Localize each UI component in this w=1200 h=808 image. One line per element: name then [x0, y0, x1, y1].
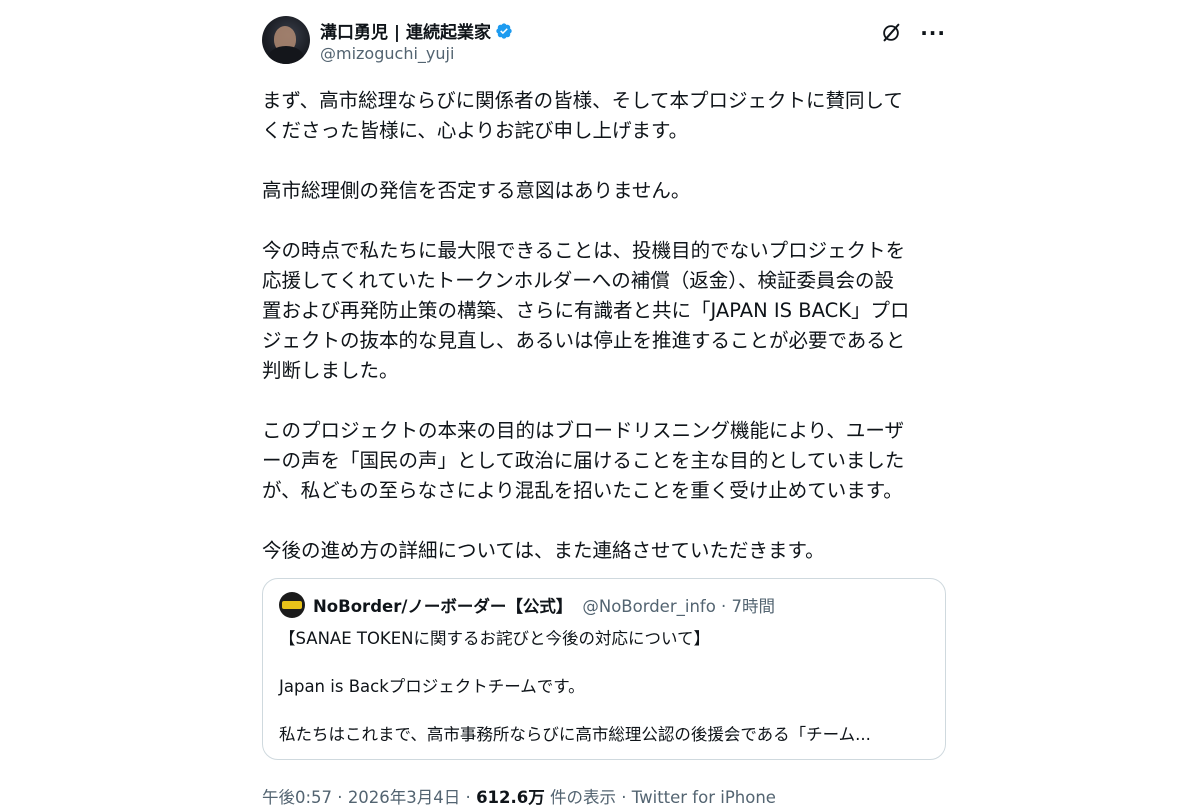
quoted-text-line: 私たちはこれまで、高市事務所ならびに高市総理公認の後援会である「チーム...: [279, 725, 871, 744]
author-handle[interactable]: @mizoguchi_yuji: [320, 44, 454, 63]
author-name-row[interactable]: 溝口勇児 | 連続起業家: [320, 18, 513, 43]
tweet-text-line: このプロジェクトの本来の目的はブロードリスニング機能により、ユーザ: [262, 419, 904, 442]
tweet-header: 溝口勇児 | 連続起業家 @mizoguchi_yuji ···: [262, 14, 946, 72]
separator: ·: [332, 788, 348, 807]
quoted-avatar[interactable]: [279, 592, 305, 618]
grok-icon[interactable]: [880, 22, 902, 44]
quoted-text-line: Japan is Backプロジェクトチームです。: [279, 677, 585, 696]
avatar[interactable]: [262, 16, 310, 64]
tweet-text: まず、高市総理ならびに関係者の皆様、そして本プロジェクトに賛同して くださった皆…: [262, 86, 946, 566]
tweet-text-line: まず、高市総理ならびに関係者の皆様、そして本プロジェクトに賛同して: [262, 89, 903, 112]
tweet-text-line: ジェクトの抜本的な見直し、あるいは停止を推進することが必要であると: [262, 329, 906, 352]
tweet-date[interactable]: 2026年3月4日: [348, 788, 461, 807]
views-count: 612.6万: [476, 788, 545, 807]
tweet-actions: ···: [880, 22, 946, 44]
views-label: 件の表示: [550, 788, 617, 807]
tweet-footer: 午後0:57 · 2026年3月4日 · 612.6万 件の表示 · Twitt…: [262, 784, 946, 808]
verified-badge-icon: [496, 22, 512, 39]
author-display-name[interactable]: 溝口勇児 | 連続起業家: [320, 18, 491, 43]
tweet-text-line: 今の時点で私たちに最大限できることは、投機目的でないプロジェクトを: [262, 239, 906, 262]
tweet-text-line: 応援してくれていたトークンホルダーへの補償（返金）、検証委員会の設: [262, 269, 894, 292]
separator: ·: [460, 788, 477, 807]
quoted-tweet-text: 【SANAE TOKENに関するお詫びと今後の対応について】 Japan is …: [279, 627, 929, 747]
quoted-text-line: 【SANAE TOKENに関するお詫びと今後の対応について】: [279, 629, 711, 648]
tweet-text-line: くださった皆様に、心よりお詫び申し上げます。: [262, 119, 689, 142]
tweet-time[interactable]: 午後0:57: [262, 788, 332, 807]
tweet-text-line: ーの声を「国民の声」として政治に届けることを主な目的としていました: [262, 449, 905, 472]
tweet-text-line: 判断しました。: [262, 359, 399, 382]
tweet: 溝口勇児 | 連続起業家 @mizoguchi_yuji ··· まず、高市総理…: [262, 14, 946, 808]
tweet-text-line: 高市総理側の発信を否定する意図はありません。: [262, 179, 691, 202]
quoted-tweet-header: NoBorder/ノーボーダー【公式】 @NoBorder_info · 7時間: [279, 591, 929, 619]
quoted-tweet[interactable]: NoBorder/ノーボーダー【公式】 @NoBorder_info · 7時間…: [262, 578, 946, 760]
tweet-text-line: が、私どもの至らなさにより混乱を招いたことを重く受け止めています。: [262, 479, 903, 502]
tweet-text-line: 置および再発防止策の構築、さらに有識者と共に「JAPAN IS BACK」プロ: [262, 299, 910, 322]
quoted-display-name[interactable]: NoBorder/ノーボーダー【公式】: [313, 593, 572, 617]
more-icon[interactable]: ···: [920, 23, 946, 43]
tweet-text-line: 今後の進め方の詳細については、また連絡させていただきます。: [262, 539, 825, 562]
separator: ·: [616, 788, 632, 807]
tweet-source[interactable]: Twitter for iPhone: [632, 788, 776, 807]
quoted-handle-time[interactable]: @NoBorder_info · 7時間: [582, 593, 775, 617]
